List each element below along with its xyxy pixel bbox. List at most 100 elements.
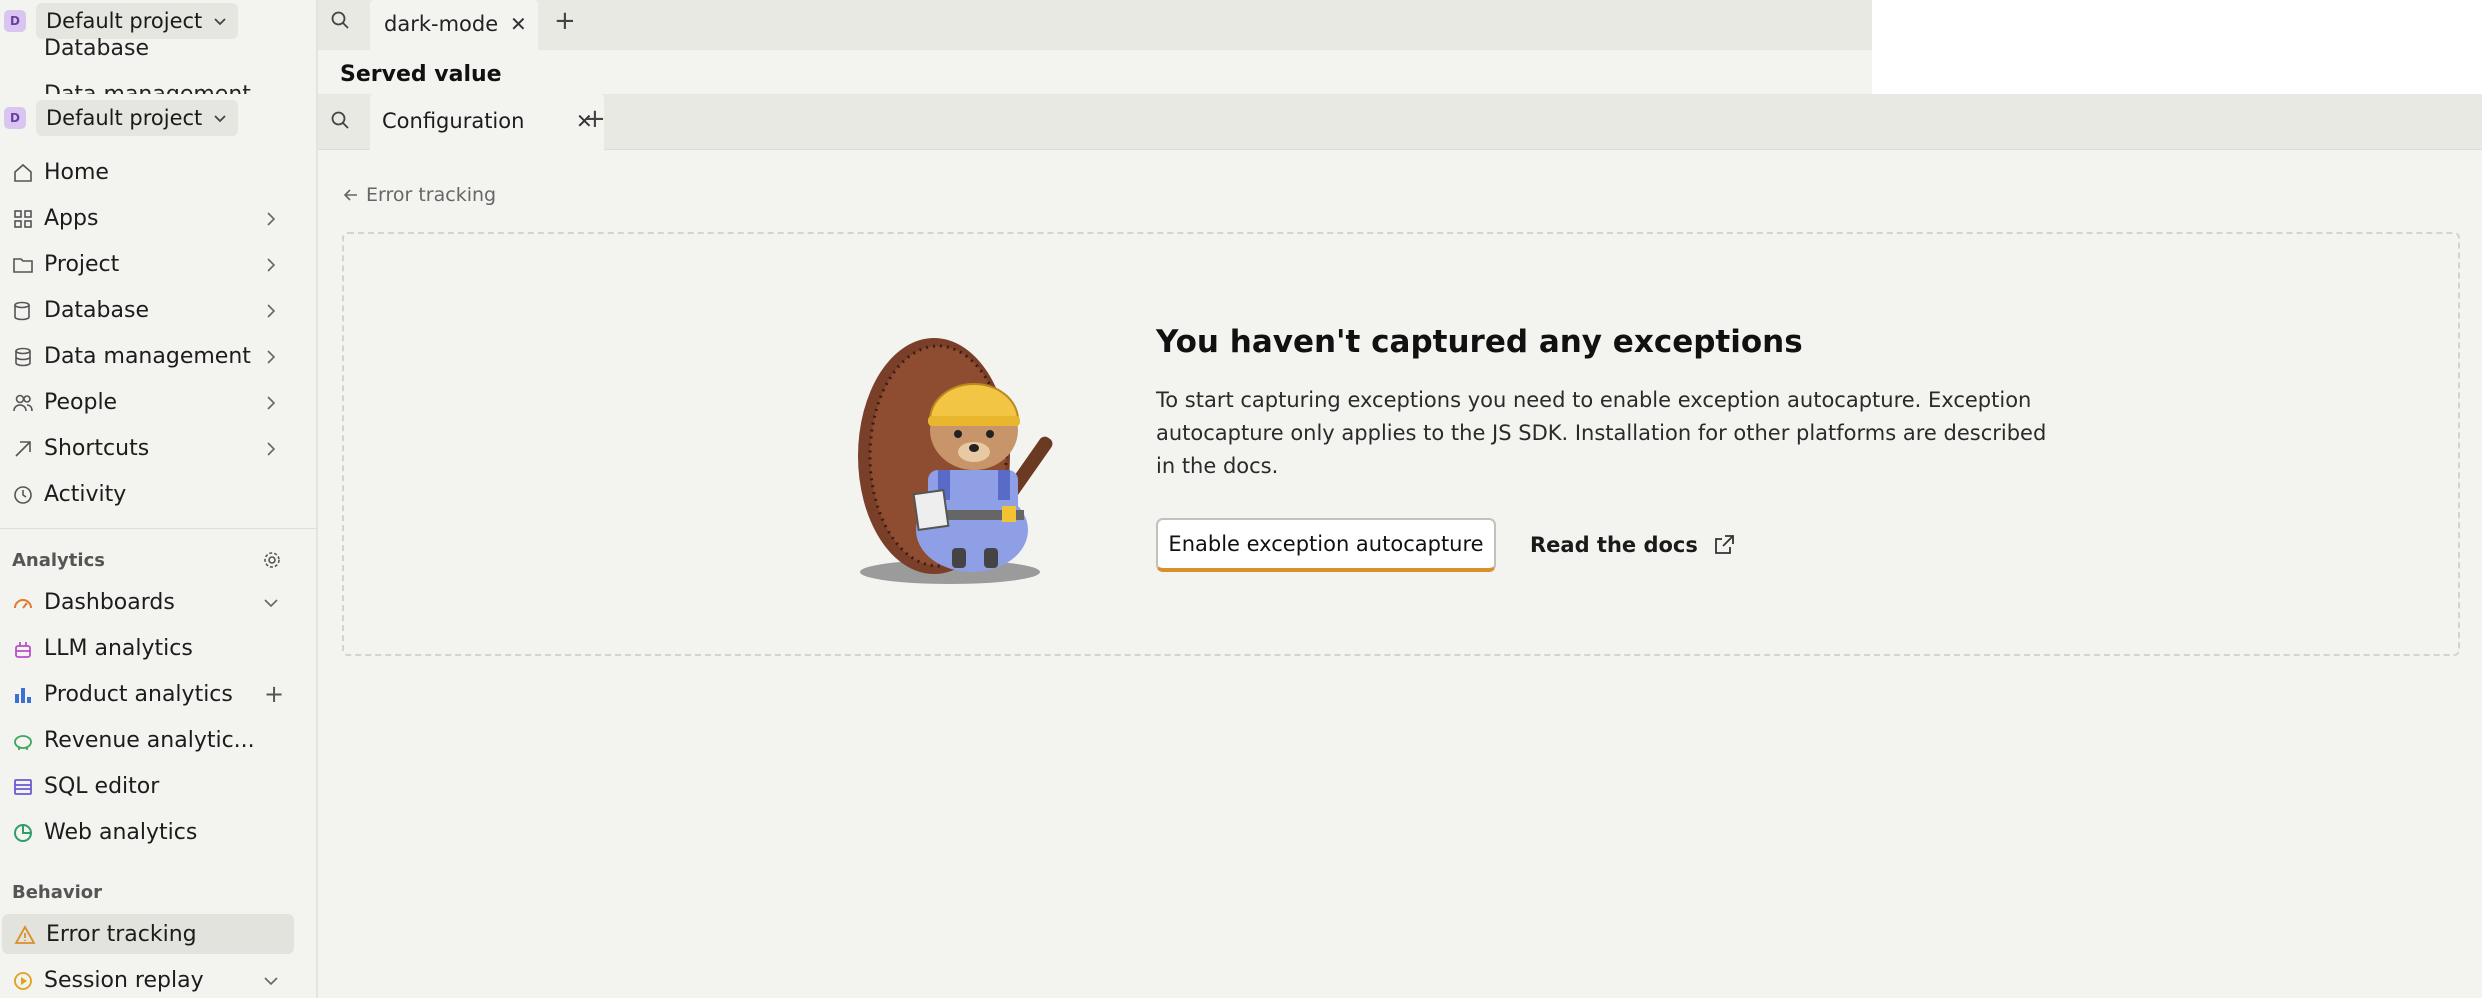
read-docs-label: Read the docs <box>1530 533 1698 557</box>
sidebar-item-label: Database <box>44 297 149 323</box>
sidebar-item-label: Web analytics <box>44 819 198 845</box>
chevron-right-icon <box>267 350 276 364</box>
project-avatar: D <box>4 107 26 129</box>
external-link-icon <box>1714 535 1734 554</box>
sidebar-item-session-replay[interactable]: Session replay <box>0 960 300 998</box>
sidebar-item-apps[interactable]: Apps <box>0 198 300 238</box>
sidebar-item-label: Session replay <box>44 967 204 993</box>
tab-configuration[interactable]: Configuration ✕ <box>370 94 604 150</box>
project-switcher[interactable]: D Default project <box>4 100 239 136</box>
sidebar-item-label: Project <box>44 251 120 277</box>
sidebar-item-llm-analytics[interactable]: LLM analytics <box>0 628 300 668</box>
gear-icon[interactable] <box>262 550 282 570</box>
sidebar-item-project[interactable]: Project <box>0 244 300 284</box>
clock-icon <box>14 486 32 504</box>
chevron-down-icon[interactable] <box>262 594 280 612</box>
empty-state-title: You haven't captured any exceptions <box>1156 324 1803 360</box>
sidebar-item-label: Product analytics <box>44 681 233 707</box>
tabbar: Configuration ✕ + <box>318 94 2482 150</box>
apps-icon <box>14 210 32 228</box>
sidebar-item-label: LLM analytics <box>44 635 193 661</box>
chevron-down-icon <box>214 18 226 26</box>
sidebar-item-label: Error tracking <box>46 921 197 947</box>
chevron-down-icon <box>214 115 226 123</box>
project-name: Default project <box>46 9 203 33</box>
search-icon[interactable] <box>330 10 350 34</box>
add-icon[interactable]: + <box>264 680 284 708</box>
llm-icon <box>15 642 31 658</box>
piggy-bank-icon <box>14 735 32 750</box>
enable-autocapture-button[interactable]: Enable exception autocapture <box>1156 518 1496 572</box>
sidebar-item-label: Dashboards <box>44 589 175 615</box>
sidebar-item-label: Home <box>44 159 109 185</box>
sidebar: D Default project Home Apps Project Data… <box>0 94 318 998</box>
new-tab-icon[interactable]: + <box>554 6 576 36</box>
background-tab[interactable]: dark-mode ✕ <box>370 0 538 50</box>
breadcrumb-back-link[interactable]: Error tracking <box>342 184 496 206</box>
read-docs-link[interactable]: Read the docs <box>1530 518 1736 572</box>
sidebar-item-shortcuts[interactable]: Shortcuts <box>0 428 300 468</box>
tab-label: dark-mode <box>384 12 499 36</box>
pie-icon <box>14 824 32 842</box>
background-window: D Default project Database Data manageme… <box>0 0 1872 94</box>
sidebar-divider <box>0 528 316 529</box>
people-icon <box>13 394 33 412</box>
hedgehog-illustration <box>858 338 1053 584</box>
arrow-left-icon <box>343 189 357 201</box>
chevron-right-icon <box>267 442 276 456</box>
sidebar-item-sql-editor[interactable]: SQL editor <box>0 766 300 806</box>
search-icon[interactable] <box>330 110 350 134</box>
sidebar-item-product-analytics[interactable]: Product analytics + <box>0 674 300 714</box>
dashboard-icon <box>14 599 32 609</box>
chevron-right-icon <box>267 212 276 226</box>
sidebar-item-home[interactable]: Home <box>0 152 300 192</box>
project-pill[interactable]: Default project <box>36 3 239 39</box>
sidebar-item-database[interactable]: Database <box>0 290 300 330</box>
section-title-behavior: Behavior <box>12 882 103 903</box>
section-title-analytics: Analytics <box>12 550 105 571</box>
data-icon <box>15 347 31 367</box>
background-sidebar-item: Database <box>44 36 149 61</box>
sidebar-item-web-analytics[interactable]: Web analytics <box>0 812 300 852</box>
back-link-label: Error tracking <box>366 184 497 206</box>
sidebar-item-error-tracking[interactable]: Error tracking <box>2 914 294 954</box>
chevron-right-icon <box>267 304 276 318</box>
sql-icon <box>14 779 32 795</box>
sidebar-item-people[interactable]: People <box>0 382 300 422</box>
close-icon[interactable]: ✕ <box>510 12 527 36</box>
sidebar-item-activity[interactable]: Activity <box>0 474 300 514</box>
sidebar-item-data-management[interactable]: Data management <box>0 336 300 376</box>
chevron-down-icon[interactable] <box>262 972 280 990</box>
sidebar-item-label: People <box>44 389 118 415</box>
sidebar-item-label: Activity <box>44 481 127 507</box>
background-tabbar: dark-mode ✕ + <box>318 0 1872 50</box>
replay-icon <box>14 972 32 990</box>
chevron-right-icon <box>267 258 276 272</box>
empty-state-panel: You haven't captured any exceptions To s… <box>342 232 2460 656</box>
sidebar-item-label: Data management <box>44 343 251 369</box>
content-area: Configuration ✕ + Error tracking You hav… <box>318 94 2482 998</box>
project-name: Default project <box>46 106 203 130</box>
tab-label: Configuration <box>382 109 525 133</box>
sidebar-item-label: Shortcuts <box>44 435 150 461</box>
background-sidebar: D Default project Database Data manageme… <box>0 0 318 94</box>
empty-state-description: To start capturing exceptions you need t… <box>1156 388 2047 478</box>
sidebar-item-revenue-analytics[interactable]: Revenue analytic... <box>0 720 300 760</box>
new-tab-icon[interactable]: + <box>584 104 606 134</box>
sidebar-item-label: Revenue analytic... <box>44 727 255 753</box>
background-heading: Served value <box>340 62 502 87</box>
folder-icon <box>13 258 33 273</box>
background-sidebar-item: Data management <box>44 82 251 94</box>
database-icon <box>14 301 30 321</box>
sidebar-item-dashboards[interactable]: Dashboards <box>0 582 300 622</box>
sidebar-item-label: SQL editor <box>44 773 160 799</box>
main-window: D Default project Home Apps Project Data… <box>0 94 2482 998</box>
background-project-switcher[interactable]: D Default project <box>4 3 239 39</box>
project-pill[interactable]: Default project <box>36 100 239 136</box>
home-icon <box>14 163 32 182</box>
chevron-right-icon <box>267 396 276 410</box>
project-avatar: D <box>4 10 26 32</box>
shortcut-icon <box>15 441 31 457</box>
warning-icon <box>14 925 36 944</box>
sidebar-item-label: Apps <box>44 205 99 231</box>
